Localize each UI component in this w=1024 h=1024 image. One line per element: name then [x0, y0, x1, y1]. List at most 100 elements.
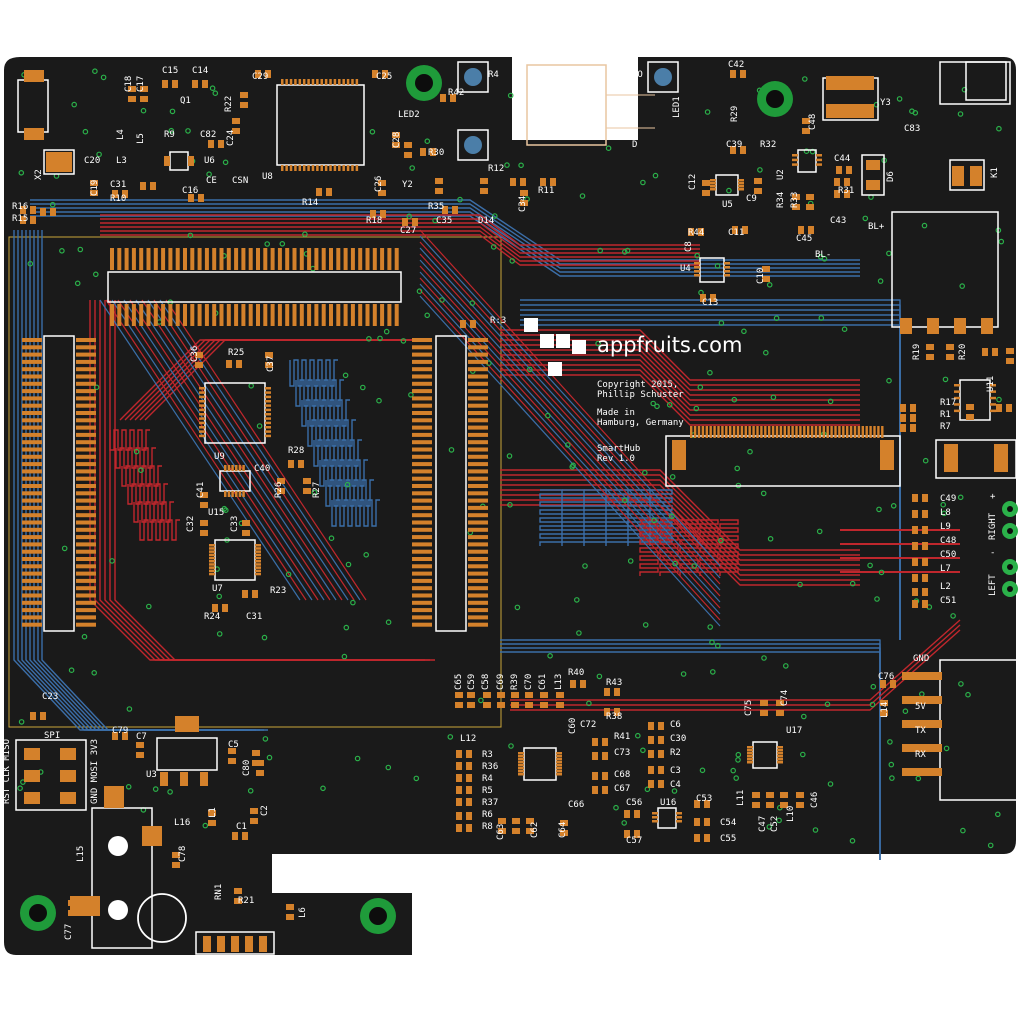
designator-r44: R44	[688, 228, 705, 238]
location-text: Hamburg, Germany	[597, 418, 684, 428]
designator-c69: C69	[496, 673, 506, 690]
designator-l15: L15	[76, 845, 86, 862]
designator-c41: C41	[196, 481, 206, 498]
product-text: SmartHub	[597, 444, 641, 454]
designator-c5: C5	[228, 740, 239, 750]
designator-r29: R29	[730, 105, 740, 122]
designator-r2: R2	[670, 748, 681, 758]
designator-c77: C77	[64, 923, 74, 940]
designator-r3: R3	[482, 750, 493, 760]
designator-r15: R15	[12, 214, 29, 224]
designator-c31b: C31	[246, 612, 263, 622]
pcb-board-canvas	[4, 57, 1021, 955]
gnd-label: GND	[913, 654, 930, 664]
designator-q1: Q1	[180, 96, 191, 106]
designator-c26: C26	[374, 175, 384, 192]
designator-r38: R38	[606, 712, 623, 722]
designator-io: IO	[632, 70, 643, 80]
designator-c18: C18	[124, 75, 134, 92]
designator-r26: R26	[274, 481, 284, 498]
designator-r27: R27	[312, 481, 322, 498]
designator-c3: C3	[670, 766, 681, 776]
designator-l1: L1	[208, 807, 218, 818]
designator-r30: R30	[428, 148, 445, 158]
designator-l9: L9	[940, 522, 951, 532]
designator-r28: R28	[288, 446, 305, 456]
designator-c82: C82	[200, 130, 217, 140]
designator-r36: R36	[482, 762, 499, 772]
pcb-layout-view: appfruits.com Copyright 2015, Phillip Sc…	[0, 0, 1024, 1024]
designator-c45: C45	[796, 234, 813, 244]
designator-c25: C25	[376, 72, 393, 82]
designator-c73: C73	[614, 748, 631, 758]
designator-c32: C32	[186, 515, 196, 532]
designator-r16: R16	[12, 202, 29, 212]
designator-r10: R10	[110, 194, 127, 204]
designator-c43: C43	[830, 216, 847, 226]
designator-c31: C31	[110, 180, 127, 190]
designator-l6: L6	[298, 907, 308, 918]
designator-c40: C40	[254, 464, 271, 474]
designator-c60: C60	[568, 717, 578, 734]
designator-u5: U5	[722, 200, 733, 210]
designator-c15: C15	[162, 66, 179, 76]
designator-r17: R17	[940, 398, 957, 408]
designator-c27: C27	[400, 226, 417, 236]
designator-u9: U9	[214, 452, 225, 462]
designator-u15: U15	[208, 508, 225, 518]
designator-y3: Y3	[880, 98, 891, 108]
designator-c48t: C48	[808, 113, 818, 130]
designator-l13: L13	[554, 673, 564, 690]
designator-c64: C64	[558, 821, 568, 838]
designator-c66: C66	[568, 800, 585, 810]
designator-r43: R43	[606, 678, 623, 688]
designator-r5: R5	[482, 786, 493, 796]
designator-c9: C9	[746, 194, 757, 204]
right-speaker-label: RIGHT	[988, 512, 998, 540]
designator-c2: C2	[260, 805, 270, 816]
designator-u4: U4	[680, 264, 691, 274]
designator-r22: R22	[224, 95, 234, 112]
designator-led1: LED1	[672, 96, 682, 118]
designator-c10: C10	[756, 267, 766, 284]
author-text: Phillip Schuster	[597, 390, 684, 400]
spi-label: SPI	[44, 731, 61, 741]
usb-connector-outline	[526, 64, 607, 146]
brand-site: appfruits.com	[597, 333, 743, 357]
designator-c79: C79	[112, 726, 129, 736]
designator-csn: CSN	[232, 176, 249, 186]
designator-c80: C80	[242, 759, 252, 776]
designator-x2: X2	[34, 169, 44, 180]
designator-c83: C83	[904, 124, 921, 134]
designator-c61: C61	[538, 673, 548, 690]
designator-c19: C19	[90, 179, 100, 196]
designator-c51: C51	[940, 596, 957, 606]
designator-r23: R23	[270, 586, 287, 596]
designator-c13: C13	[702, 298, 719, 308]
designator-r35: R35	[428, 202, 445, 212]
designator-c30: C30	[670, 734, 687, 744]
designator-c78: C78	[178, 845, 188, 862]
designator-c11: C11	[728, 228, 745, 238]
designator-r21: R21	[238, 896, 255, 906]
designator-r18: R18	[366, 216, 383, 226]
designator-c55: C55	[720, 834, 737, 844]
left-speaker-label: LEFT	[988, 574, 998, 596]
designator-r39: R39	[510, 673, 520, 690]
designator-c57: C57	[626, 836, 643, 846]
5v-label: 5V	[915, 702, 926, 712]
designator-r9: R9	[164, 130, 175, 140]
designator-c14: C14	[192, 66, 209, 76]
designator-r7: R7	[940, 422, 951, 432]
tx-label: TX	[915, 726, 926, 736]
designator-r37: R37	[482, 798, 499, 808]
designator-r20: R20	[958, 343, 968, 360]
designator-r3t: R:3	[490, 316, 507, 326]
designator-led2: LED2	[398, 110, 420, 120]
designator-c63: C63	[496, 823, 506, 840]
designator-r25: R25	[228, 348, 245, 358]
bl-minus-label: BL-	[815, 250, 832, 260]
designator-c1: C1	[236, 822, 247, 832]
designator-r1: R1	[940, 410, 951, 420]
copyright-text: Copyright 2015,	[597, 380, 679, 390]
